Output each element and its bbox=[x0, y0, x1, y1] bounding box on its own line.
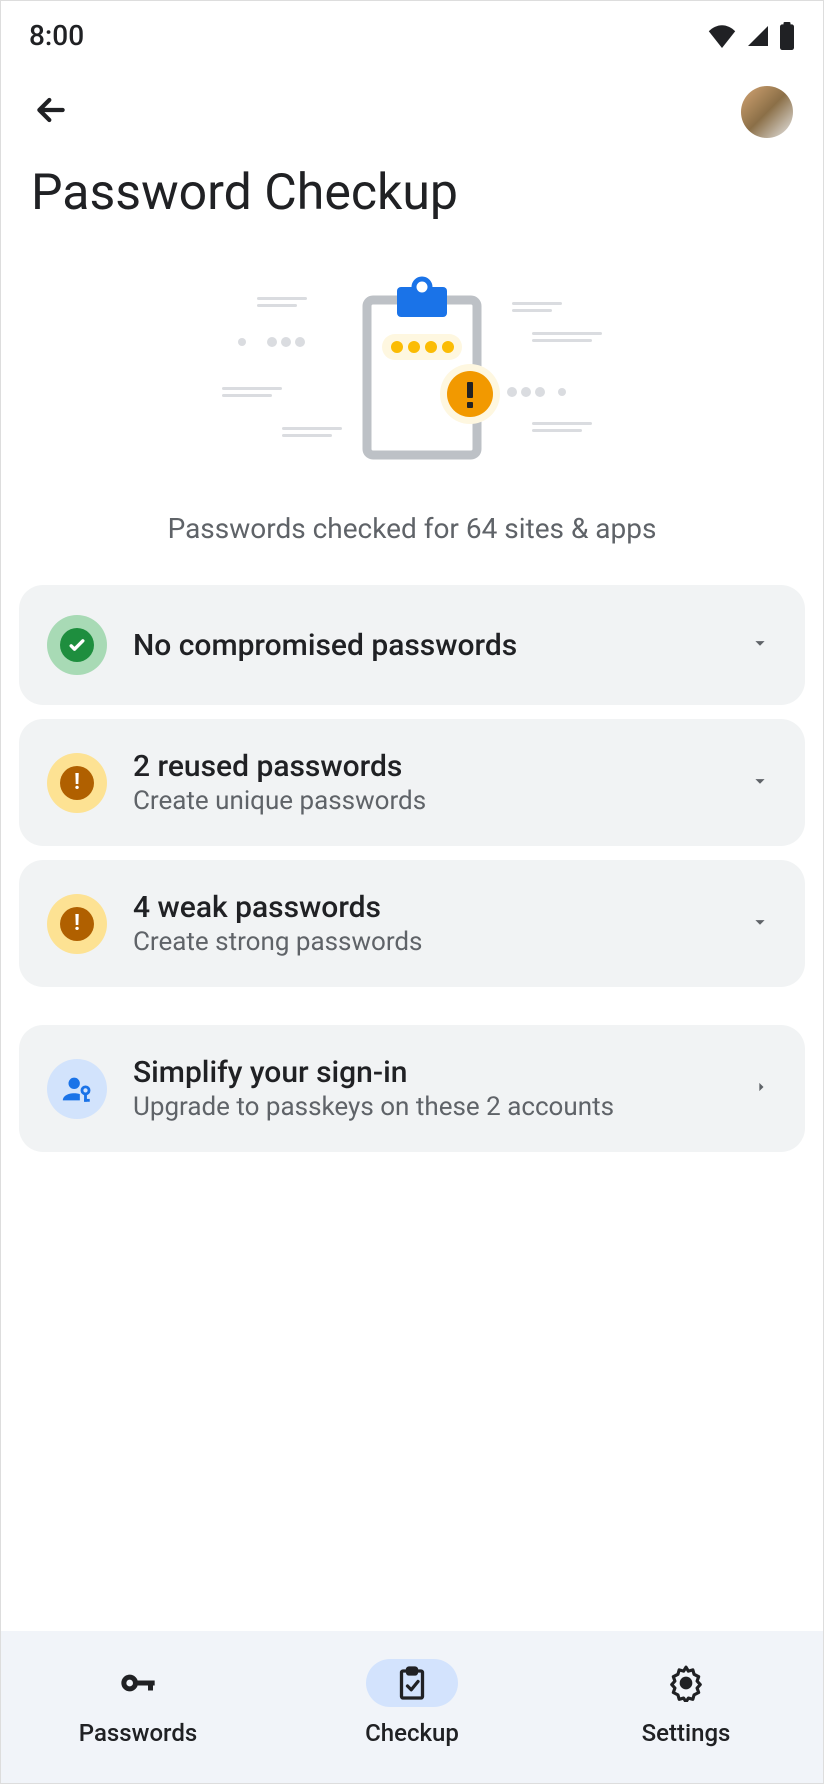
reused-subtitle: Create unique passwords bbox=[133, 786, 723, 816]
passkey-upgrade-row[interactable]: Simplify your sign-in Upgrade to passkey… bbox=[19, 1025, 805, 1152]
passkey-title: Simplify your sign-in bbox=[133, 1055, 725, 1090]
compromised-title: No compromised passwords bbox=[133, 628, 723, 663]
nav-checkup[interactable]: Checkup bbox=[275, 1659, 549, 1747]
expand-icon bbox=[749, 911, 777, 937]
weak-subtitle: Create strong passwords bbox=[133, 927, 723, 957]
wifi-icon bbox=[707, 24, 737, 48]
header bbox=[1, 62, 823, 146]
status-bar: 8:00 bbox=[1, 1, 823, 62]
nav-checkup-label: Checkup bbox=[365, 1719, 459, 1747]
status-icons bbox=[707, 22, 795, 50]
arrow-back-icon bbox=[31, 90, 71, 130]
weak-title: 4 weak passwords bbox=[133, 890, 723, 925]
nav-passwords-label: Passwords bbox=[79, 1719, 197, 1747]
chevron-right-icon bbox=[751, 1077, 777, 1101]
nav-settings-label: Settings bbox=[642, 1719, 731, 1747]
cell-signal-icon bbox=[745, 24, 771, 48]
expand-icon bbox=[749, 770, 777, 796]
warning-icon: ! bbox=[47, 753, 107, 813]
expand-icon bbox=[749, 632, 777, 658]
battery-icon bbox=[779, 22, 795, 50]
reused-passwords-row[interactable]: ! 2 reused passwords Create unique passw… bbox=[19, 719, 805, 846]
bottom-nav: Passwords Checkup Settings bbox=[1, 1631, 823, 1783]
status-time: 8:00 bbox=[29, 19, 84, 52]
passkey-icon bbox=[47, 1059, 107, 1119]
reused-title: 2 reused passwords bbox=[133, 749, 723, 784]
checkup-cards: No compromised passwords ! 2 reused pass… bbox=[1, 585, 823, 1152]
checkup-summary: Passwords checked for 64 sites & apps bbox=[1, 512, 823, 585]
weak-passwords-row[interactable]: ! 4 weak passwords Create strong passwor… bbox=[19, 860, 805, 987]
nav-settings[interactable]: Settings bbox=[549, 1659, 823, 1747]
hero-illustration bbox=[1, 252, 823, 512]
clipboard-check-icon bbox=[394, 1665, 430, 1701]
warning-icon: ! bbox=[47, 894, 107, 954]
page-title: Password Checkup bbox=[1, 146, 823, 252]
key-icon bbox=[118, 1663, 158, 1703]
gear-icon bbox=[667, 1664, 705, 1702]
check-ok-icon bbox=[47, 615, 107, 675]
compromised-passwords-row[interactable]: No compromised passwords bbox=[19, 585, 805, 705]
back-button[interactable] bbox=[31, 90, 71, 134]
passkey-subtitle: Upgrade to passkeys on these 2 accounts bbox=[133, 1092, 725, 1122]
nav-passwords[interactable]: Passwords bbox=[1, 1659, 275, 1747]
profile-avatar[interactable] bbox=[741, 86, 793, 138]
